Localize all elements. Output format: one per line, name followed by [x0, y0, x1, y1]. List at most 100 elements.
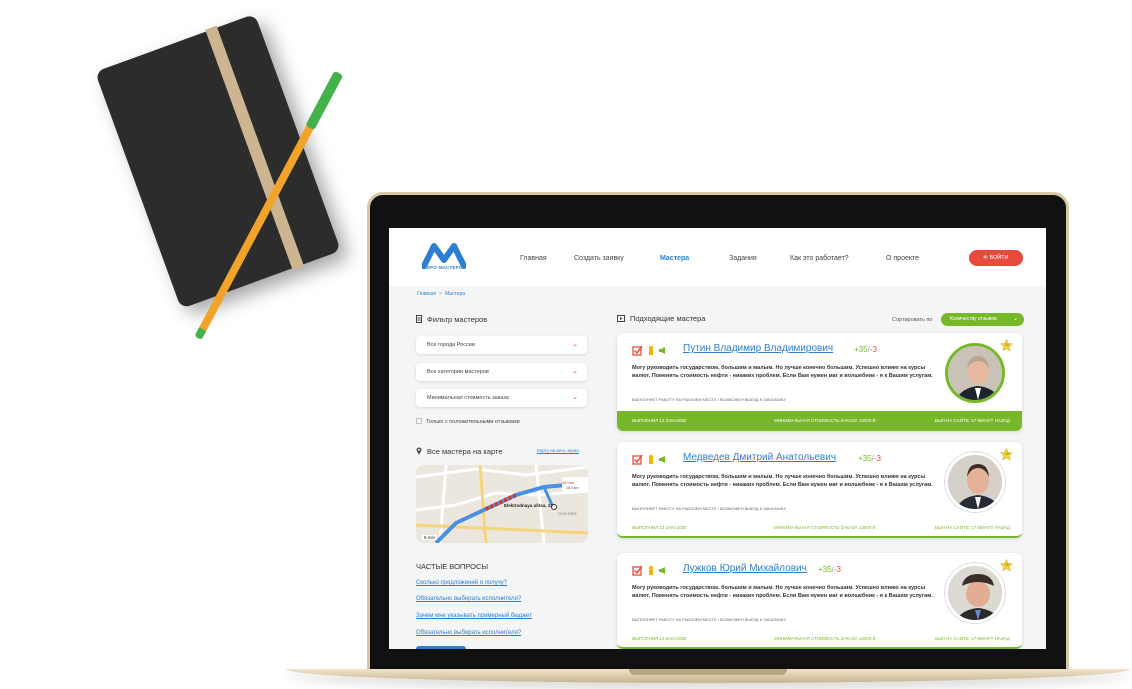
avatar-portrait: [948, 346, 1002, 400]
map-title-text: Все мастера на карте: [427, 447, 503, 456]
rating-positive: +35: [858, 454, 872, 463]
master-description: Могу руководить государством, большим и …: [632, 365, 933, 379]
nav-home[interactable]: Главная: [520, 255, 547, 262]
last-seen: БЫЛ НА САЙТЕ: 17 МИНУТ НАЗАД: [935, 636, 1010, 641]
orders-count: ВЫПОЛНИЛ 12 ЗАКАЗОВ: [632, 636, 687, 641]
chevron-down-icon: ⌄: [1012, 316, 1018, 322]
faq-link-4[interactable]: Обязательно выбирать исполнителя?: [416, 630, 521, 636]
star-badge-value: 10: [1005, 563, 1009, 567]
login-label: ВОЙТИ: [989, 255, 1009, 261]
logo-text: БЮРО·МАСТЕРОВ: [422, 265, 466, 270]
filter-title-text: Фильтр мастеров: [427, 315, 488, 324]
faq-link-2[interactable]: Обязательно выбирать исполнителя?: [416, 596, 521, 602]
faq-link-1[interactable]: Сколько предложений я получу?: [416, 580, 507, 586]
sort-select-value: Количеству отзывов: [950, 316, 997, 322]
card-footer: ВЫПОЛНИЛ 12 ЗАКАЗОВ МИНИМАЛЬНАЯ СТОИМОСТ…: [617, 518, 1022, 538]
master-avatar[interactable]: [945, 452, 1005, 512]
star-badge-value: 10: [1005, 452, 1009, 456]
rating-positive: +35: [818, 565, 832, 574]
map-canvas: [416, 465, 588, 543]
site-header: БЮРО·МАСТЕРОВ Главная Создать заявку Мас…: [389, 228, 1046, 286]
faq-title: ЧАСТЫЕ ВОПРОСЫ: [416, 562, 489, 571]
checkbox-label: Только с положительными отзывами: [426, 419, 520, 425]
category-select[interactable]: Все категории мастеров ⌄: [416, 363, 587, 381]
card-footer: ВЫПОЛНИЛ 12 ЗАКАЗОВ МИНИМАЛЬНАЯ СТОИМОСТ…: [617, 629, 1022, 649]
avatar-portrait: [948, 566, 1002, 620]
rating-score: +35/-3: [858, 454, 881, 463]
min-order-cost: МИНИМАЛЬНАЯ СТОИМОСТЬ ЗАКАЗА 13000 ₽: [774, 418, 876, 423]
chevron-down-icon: ⌄: [572, 368, 578, 375]
breadcrumb-home[interactable]: Главная: [417, 291, 436, 297]
website-screen: БЮРО·МАСТЕРОВ Главная Создать заявку Мас…: [389, 228, 1046, 649]
master-avatar[interactable]: [945, 343, 1005, 403]
avatar-portrait: [948, 455, 1002, 509]
chevron-down-icon: ⌄: [572, 394, 578, 401]
breadcrumb-masters[interactable]: Мастера: [445, 291, 465, 297]
rating-positive: +35: [854, 345, 868, 354]
min-cost-select[interactable]: Минимальная стоимость заказа ⌄: [416, 389, 587, 407]
laptop-base: [286, 669, 1130, 683]
map-district-label: OVO DIST: [558, 511, 578, 516]
sort-select[interactable]: Количеству отзывов ⌄: [941, 313, 1024, 326]
min-cost-select-value: Минимальная стоимость заказа: [427, 395, 509, 401]
document-icon: [416, 315, 422, 323]
rating-score: +35/-3: [854, 345, 877, 354]
nav-how-it-works[interactable]: Как это работает?: [790, 255, 849, 262]
video-icon: [617, 315, 625, 322]
master-card[interactable]: Медведев Дмитрий Анатольевич +35/-3 Могу…: [617, 442, 1022, 538]
nav-tasks[interactable]: Задания: [729, 255, 757, 262]
positive-reviews-checkbox[interactable]: Только с положительными отзывами: [416, 418, 520, 425]
rating-negative: -3: [869, 345, 877, 354]
map-street-label: Elektrodnaya ulitsa, 12: [504, 503, 553, 508]
master-status-icons: [632, 565, 665, 576]
work-place-info: ВЫПОЛНЯЕТ РАБОТУ НА РАБОЧЕМ МЕСТЕ / ВОЗМ…: [632, 397, 787, 402]
card-footer: ВЫПОЛНИЛ 12 ЗАКАЗОВ МИНИМАЛЬНАЯ СТОИМОСТ…: [617, 411, 1022, 431]
sort-label: Сортировать по: [892, 317, 933, 323]
city-select[interactable]: Все города России ⌄: [416, 336, 587, 354]
breadcrumb: Главная > Мастера: [417, 291, 466, 297]
map-route-distance: 18,3 km: [566, 486, 579, 490]
master-card[interactable]: Лужков Юрий Михайлович +35/-3 Могу руков…: [617, 553, 1022, 649]
map-pin-icon: [416, 447, 422, 455]
star-badge-value: 10: [1005, 343, 1009, 347]
master-description: Могу руководить государством, большим и …: [632, 474, 933, 488]
filter-title: Фильтр мастеров: [416, 315, 487, 324]
map-widget[interactable]: 38 min 18,3 km Elektrodnaya ulitsa, 12 O…: [416, 465, 588, 543]
mockup-scene: БЮРО·МАСТЕРОВ Главная Создать заявку Мас…: [0, 0, 1132, 689]
map-eta-label: 8 min: [422, 535, 438, 540]
checkbox-box[interactable]: [416, 418, 422, 424]
category-select-value: Все категории мастеров: [427, 369, 489, 375]
nav-about[interactable]: О проекте: [886, 255, 919, 262]
map-fullscreen-link[interactable]: Карту на весь экран: [537, 448, 579, 453]
rating-negative: -3: [833, 565, 841, 574]
map-route-time: 38 min: [562, 480, 575, 485]
min-order-cost: МИНИМАЛЬНАЯ СТОИМОСТЬ ЗАКАЗА 13000 ₽: [774, 525, 876, 530]
master-description: Могу руководить государством, большим и …: [632, 585, 933, 599]
login-button[interactable]: ⎆ ВОЙТИ: [969, 250, 1023, 266]
faq-more-button[interactable]: [416, 646, 466, 649]
master-avatar[interactable]: [945, 563, 1005, 623]
master-status-icons: [632, 345, 665, 356]
master-card[interactable]: Путин Владимир Владимирович +35/-3 Могу …: [617, 333, 1022, 431]
master-name-link[interactable]: Медведев Дмитрий Анатольевич: [683, 452, 836, 463]
nav-create-request[interactable]: Создать заявку: [574, 255, 624, 262]
results-title-text: Подходящие мастера: [630, 314, 706, 323]
notebook-decoration: [95, 13, 341, 309]
work-place-info: ВЫПОЛНЯЕТ РАБОТУ НА РАБОЧЕМ МЕСТЕ / ВОЗМ…: [632, 506, 787, 511]
master-name-link[interactable]: Лужков Юрий Михайлович: [683, 563, 807, 574]
master-status-icons: [632, 454, 665, 465]
last-seen: БЫЛ НА САЙТЕ: 17 МИНУТ НАЗАД: [935, 418, 1010, 423]
nav-masters[interactable]: Мастера: [660, 255, 689, 262]
master-name-link[interactable]: Путин Владимир Владимирович: [683, 343, 833, 354]
min-order-cost: МИНИМАЛЬНАЯ СТОИМОСТЬ ЗАКАЗА 13000 ₽: [774, 636, 876, 641]
last-seen: БЫЛ НА САЙТЕ: 17 МИНУТ НАЗАД: [935, 525, 1010, 530]
map-title: Все мастера на карте: [416, 447, 503, 456]
chevron-down-icon: ⌄: [572, 341, 578, 348]
orders-count: ВЫПОЛНИЛ 12 ЗАКАЗОВ: [632, 525, 687, 530]
orders-count: ВЫПОЛНИЛ 12 ЗАКАЗОВ: [632, 418, 687, 423]
work-place-info: ВЫПОЛНЯЕТ РАБОТУ НА РАБОЧЕМ МЕСТЕ / ВОЗМ…: [632, 617, 787, 622]
faq-link-3[interactable]: Зачем мне указывать примерный бюджет: [416, 613, 532, 619]
results-title: Подходящие мастера: [617, 314, 705, 323]
rating-score: +35/-3: [818, 565, 841, 574]
city-select-value: Все города России: [427, 342, 475, 348]
